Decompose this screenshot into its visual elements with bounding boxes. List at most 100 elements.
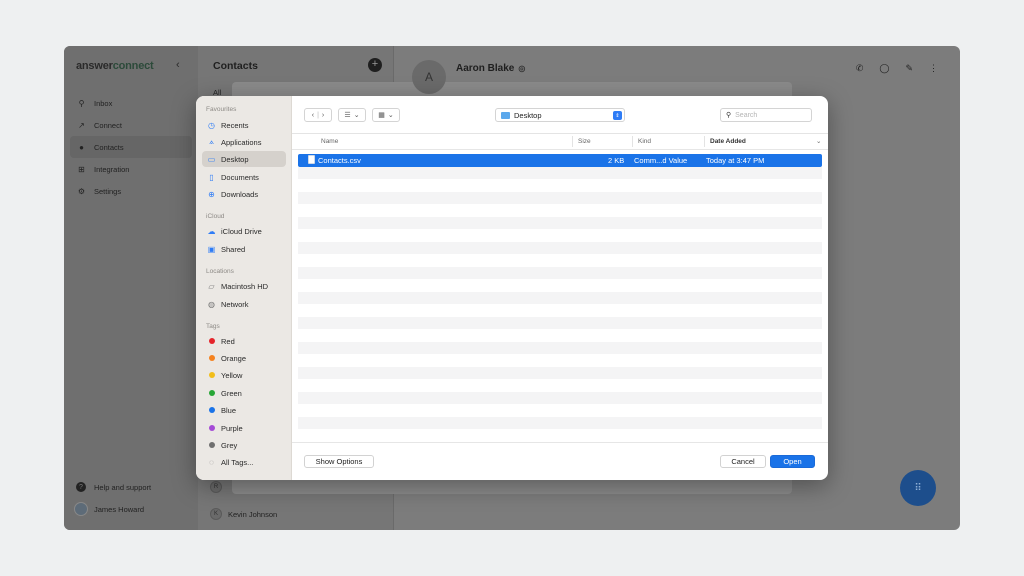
sidebar-item-documents[interactable]: ▯ Documents	[202, 169, 286, 185]
column-kind[interactable]: Kind	[638, 138, 651, 145]
column-size[interactable]: Size	[578, 138, 591, 145]
file-row[interactable]: Contacts.csv 2 KB Comm...d Value Today a…	[298, 154, 822, 167]
file-list: Contacts.csv 2 KB Comm...d Value Today a…	[298, 154, 822, 429]
empty-row	[298, 366, 822, 379]
chat-icon[interactable]: ◯	[879, 63, 889, 74]
nav-item-settings[interactable]: ⚙ Settings	[70, 180, 192, 202]
search-input[interactable]: ⚲ Search	[720, 108, 812, 122]
contact-initial: R	[210, 481, 222, 493]
app-nav: ⚲ Inbox ↗ Connect ● Contacts ⊞ Integration ⚙…	[70, 92, 192, 202]
chevron-down-icon: ⌄	[387, 112, 394, 119]
sidebar-item-downloads[interactable]: ⊕ Downloads	[202, 186, 286, 202]
list-view-button[interactable]: ☰ ⌄	[338, 108, 366, 122]
empty-row	[298, 304, 822, 317]
sidebar-all-tags[interactable]: ◌ All Tags...	[202, 454, 286, 470]
chevron-left-icon[interactable]: ‹	[176, 59, 180, 71]
chevron-right-icon[interactable]: ›	[322, 112, 324, 119]
empty-row	[298, 291, 822, 304]
download-icon: ⊕	[208, 189, 215, 199]
contact-name: Aaron Blake	[456, 62, 515, 74]
sidebar-tag-orange[interactable]: Orange	[202, 350, 286, 366]
empty-row	[298, 204, 822, 217]
sidebar-tag-yellow[interactable]: Yellow	[202, 367, 286, 383]
column-date-added[interactable]: Date Added	[710, 138, 746, 145]
csv-file-icon	[308, 155, 315, 164]
add-contact-button[interactable]: +	[368, 58, 382, 72]
clock-icon: ◷	[208, 120, 215, 130]
nav-item-integration[interactable]: ⊞ Integration	[70, 158, 192, 180]
grid-view-button[interactable]: ▦ ⌄	[372, 108, 400, 122]
favourites-title: Favourites	[206, 106, 237, 113]
sidebar-tag-red[interactable]: Red	[202, 333, 286, 349]
empty-row	[298, 391, 822, 404]
user-profile[interactable]: James Howard	[74, 502, 144, 516]
sidebar-tag-grey[interactable]: Grey	[202, 437, 286, 453]
sidebar-item-shared[interactable]: ▣ Shared	[202, 241, 286, 257]
gear-icon: ⚙	[77, 186, 86, 196]
sidebar-tag-purple[interactable]: Purple	[202, 420, 286, 436]
edit-icon[interactable]: ✎	[905, 63, 913, 74]
sidebar-item-macintosh-hd[interactable]: ▱ Macintosh HD	[202, 278, 286, 294]
tag-dot-icon	[209, 407, 215, 413]
folder-icon	[501, 111, 510, 119]
tag-dot-icon	[209, 338, 215, 344]
phone-icon[interactable]: ✆	[856, 63, 864, 74]
empty-row	[298, 241, 822, 254]
empty-row	[298, 229, 822, 242]
file-open-dialog: Favourites ◷ Recents ⟑ Applications ▭ Deskt…	[196, 96, 828, 480]
nav-item-connect[interactable]: ↗ Connect	[70, 114, 192, 136]
back-forward-buttons[interactable]: ‹ | ›	[304, 108, 332, 122]
list-item[interactable]: K Kevin Johnson	[210, 508, 277, 520]
show-options-button[interactable]: Show Options	[304, 455, 374, 468]
chevron-down-icon: ⌄	[353, 112, 360, 119]
tag-dot-icon	[209, 355, 215, 361]
locations-title: Locations	[206, 268, 234, 275]
empty-row	[298, 279, 822, 292]
location-dropdown[interactable]: Desktop ⇕	[495, 108, 625, 122]
shared-folder-icon: ▣	[207, 244, 216, 254]
nav-item-inbox[interactable]: ⚲ Inbox	[70, 92, 192, 114]
sidebar-item-network[interactable]: ◍ Network	[202, 296, 286, 312]
document-icon: ▯	[209, 172, 214, 182]
tag-dot-icon	[209, 390, 215, 396]
empty-row	[298, 216, 822, 229]
tag-dot-icon	[209, 372, 215, 378]
sidebar-item-icloud-drive[interactable]: ☁ iCloud Drive	[202, 223, 286, 239]
verified-icon: ◎	[518, 63, 526, 73]
empty-row	[298, 341, 822, 354]
empty-row	[298, 316, 822, 329]
connect-icon: ↗	[78, 120, 85, 130]
dialpad-icon: ⠿	[914, 482, 922, 494]
dialpad-button[interactable]: ⠿	[900, 470, 936, 506]
dialog-main: ‹ | › ☰ ⌄ ▦ ⌄ Desktop ⇕ ⚲ Search Name Size K…	[292, 96, 828, 480]
more-icon[interactable]: ⋮	[929, 63, 938, 74]
tags-icon: ◌	[209, 457, 214, 467]
applications-icon: ⟑	[209, 137, 214, 146]
list-icon: ☰	[344, 112, 351, 119]
sidebar-item-desktop[interactable]: ▭ Desktop	[202, 151, 286, 167]
dialog-footer: Show Options Cancel Open	[292, 442, 828, 480]
tags-title: Tags	[206, 323, 220, 330]
cancel-button[interactable]: Cancel	[720, 455, 766, 468]
empty-row	[298, 379, 822, 392]
sidebar-item-recents[interactable]: ◷ Recents	[202, 117, 286, 133]
help-link[interactable]: ? Help and support	[76, 482, 151, 492]
help-icon: ?	[76, 482, 86, 492]
cloud-icon: ☁	[207, 226, 216, 236]
contact-initial: K	[210, 508, 222, 520]
nav-item-contacts[interactable]: ● Contacts	[70, 136, 192, 158]
sidebar-tag-green[interactable]: Green	[202, 385, 286, 401]
contacts-icon: ●	[79, 142, 84, 152]
disk-icon: ▱	[208, 281, 215, 291]
empty-row	[298, 179, 822, 192]
chevron-left-icon[interactable]: ‹	[312, 112, 314, 119]
grid-icon: ▦	[378, 112, 385, 119]
chevron-down-icon[interactable]: ⌄	[816, 137, 821, 145]
open-button[interactable]: Open	[770, 455, 815, 468]
sidebar-tag-blue[interactable]: Blue	[202, 402, 286, 418]
contact-actions: ✆ ◯ ✎ ⋮	[856, 63, 938, 74]
column-name[interactable]: Name	[321, 138, 338, 145]
integration-icon: ⊞	[78, 164, 85, 174]
list-item[interactable]: R	[210, 481, 222, 493]
sidebar-item-applications[interactable]: ⟑ Applications	[202, 134, 286, 150]
